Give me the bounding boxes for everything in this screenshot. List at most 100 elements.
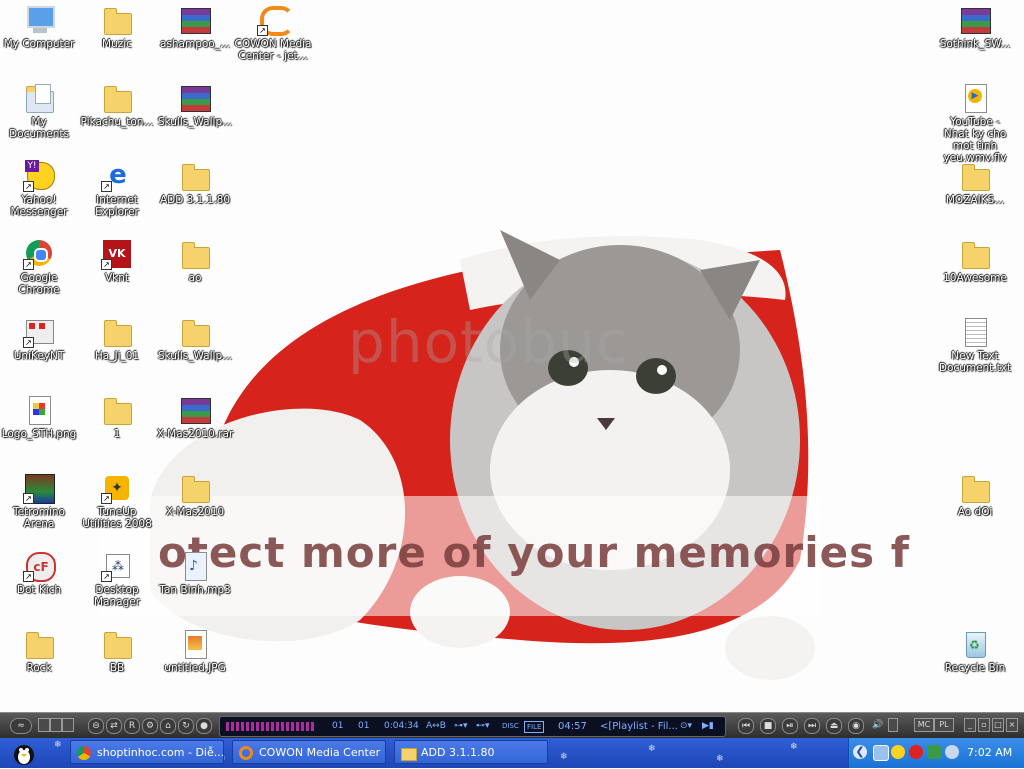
computer-icon bbox=[23, 4, 55, 36]
desktop-icon-add-3-1-1-80[interactable]: ADD 3.1.1.80 bbox=[156, 160, 234, 206]
desktop-icon-dot-kich[interactable]: cF ↗ Dot Kich bbox=[0, 550, 78, 596]
desktop-icon-youtube-flv[interactable]: ▶ YouTube - Nhat ky cho mot tinh yeu.wmv… bbox=[936, 82, 1014, 164]
folder-icon bbox=[179, 160, 211, 192]
desktop-icon-skulls-wallp-rar[interactable]: Skulls_Wallp... bbox=[156, 82, 234, 128]
desktop-icon-bb[interactable]: BB bbox=[78, 628, 156, 674]
player-minimize-icon[interactable]: _ bbox=[964, 718, 976, 732]
dot-kich-icon: cF ↗ bbox=[23, 550, 56, 582]
folder-icon bbox=[101, 82, 133, 114]
mc-button[interactable]: MC bbox=[914, 718, 934, 732]
dsp-icon[interactable]: ⊷▾ bbox=[476, 717, 490, 736]
pl-button[interactable]: PL bbox=[934, 718, 954, 732]
snowflake-decoration: ❄ bbox=[54, 740, 62, 750]
tray-volume-icon[interactable] bbox=[945, 745, 959, 759]
desktop-icon-my-computer[interactable]: My Computer bbox=[0, 4, 78, 50]
desktop-icon-ashampoo[interactable]: ashampoo_... bbox=[156, 4, 234, 50]
file-label[interactable]: FILE bbox=[524, 721, 545, 733]
folder-icon bbox=[23, 628, 55, 660]
rar-archive-icon bbox=[179, 394, 211, 426]
system-tray: ❮ 7:02 AM bbox=[848, 738, 1024, 768]
desktop-icon-ao[interactable]: ao bbox=[156, 238, 234, 284]
desktop-icon-x-mas2010-rar[interactable]: X-Mas2010.rar bbox=[156, 394, 234, 440]
previous-icon[interactable]: ⏮ bbox=[738, 718, 754, 734]
playlist-mode-icon[interactable]: ⊙▾ bbox=[680, 717, 692, 736]
desktop-icon-logo-sth[interactable]: Logo_STH.png bbox=[0, 394, 78, 440]
media-file-icon: ▶ bbox=[959, 82, 991, 114]
penguin-start-icon bbox=[14, 745, 34, 765]
stop-icon[interactable]: ■ bbox=[760, 718, 776, 734]
player-settings-icon[interactable]: ⚙ bbox=[142, 718, 158, 734]
desktop-icon-unikey[interactable]: ↗ UniKeyNT bbox=[0, 316, 78, 362]
surround-icon[interactable]: ⊶▾ bbox=[454, 717, 468, 736]
taskbar-button-shoptinhoc[interactable]: shoptinhoc.com - Diễ... bbox=[70, 740, 224, 764]
desktop-icon-skulls-wallp-folder[interactable]: Skulls_Wallp... bbox=[156, 316, 234, 362]
desktop-icon-10awesome[interactable]: 10Awesome bbox=[936, 238, 1014, 284]
desktop-icon-sothink[interactable]: Sothink_SW... bbox=[936, 4, 1014, 50]
player-restore-icon[interactable]: ▫ bbox=[978, 718, 990, 732]
game-icon: ↗ bbox=[23, 472, 55, 504]
player-list-button[interactable] bbox=[50, 718, 62, 732]
tray-antivirus-icon[interactable] bbox=[909, 745, 923, 759]
desktop-icon-new-text-document[interactable]: New Text Document.txt bbox=[936, 316, 1014, 374]
start-button[interactable] bbox=[8, 741, 40, 765]
desktop-icon-recycle-bin[interactable]: ♻ Recycle Bin bbox=[936, 628, 1014, 674]
visual-mode-icon[interactable]: ▶▮ bbox=[702, 717, 714, 736]
desktop-icon-1[interactable]: 1 bbox=[78, 394, 156, 440]
play-pause-icon[interactable]: ⏯ bbox=[782, 718, 798, 734]
desktop-icon-my-documents[interactable]: My Documents bbox=[0, 82, 78, 140]
tray-yahoo-icon[interactable] bbox=[891, 745, 905, 759]
media-player-bar: ≈ ⊖ ⇄ R ⚙ ⌂ ↻ ● 01 01 0:04:34 A↔B ⊶▾ ⊷▾ … bbox=[0, 712, 1024, 739]
desktop-icon-cowon-media-center[interactable]: ↗ COWON Media Center - jet... bbox=[234, 4, 312, 62]
desktop-icon-mozaiks[interactable]: MOZAIKS... bbox=[936, 160, 1014, 206]
desktop-icon-pikachu[interactable]: Pikachu_ton... bbox=[78, 82, 156, 128]
player-eq-icon[interactable]: ⊖ bbox=[88, 718, 104, 734]
desktop-icon-rock[interactable]: Rock bbox=[0, 628, 78, 674]
player-mini-button[interactable] bbox=[38, 718, 50, 732]
player-record-icon[interactable]: R bbox=[124, 718, 140, 734]
desktop-icon-internet-explorer[interactable]: e ↗ Internet Explorer bbox=[78, 160, 156, 218]
desktop-icon-tetromino-arena[interactable]: ↗ Tetromino Arena bbox=[0, 472, 78, 530]
text-file-icon bbox=[959, 316, 991, 348]
eject-icon[interactable]: ⏏ bbox=[826, 718, 842, 734]
next-icon[interactable]: ⏭ bbox=[804, 718, 820, 734]
player-lock-icon[interactable]: ⌂ bbox=[160, 718, 176, 734]
volume-icon[interactable]: 🔊 bbox=[870, 718, 886, 732]
tray-unikey-icon[interactable] bbox=[927, 745, 941, 759]
ab-repeat-label[interactable]: A↔B bbox=[426, 717, 446, 736]
desktop-icon-ha-ji-01[interactable]: Ha_Ji_01 bbox=[78, 316, 156, 362]
player-repeat-icon[interactable]: ↻ bbox=[178, 718, 194, 734]
desktop-icon-desktop-manager[interactable]: ⁂ ↗ Desktop Manager bbox=[78, 550, 156, 608]
desktop-icon-google-chrome[interactable]: ↗ Google Chrome bbox=[0, 238, 78, 296]
playlist-title[interactable]: <[Playlist - Fil... bbox=[600, 717, 678, 736]
desktop-icon-untitled-jpg[interactable]: untitled.JPG bbox=[156, 628, 234, 674]
taskbar: ❄ ❄ ❄ ❄ ❄ ❄ ❄ shoptinhoc.com - Diễ... CO… bbox=[0, 738, 1024, 768]
desktop-icon-yahoo-messenger[interactable]: Y! ↗ Yahoo! Messenger bbox=[0, 160, 78, 218]
vknt-icon: VK ↗ bbox=[101, 238, 133, 270]
total-time: 04:57 bbox=[558, 721, 587, 732]
folder-icon bbox=[959, 160, 991, 192]
desktop-icon-x-mas2010[interactable]: X-Mas2010 bbox=[156, 472, 234, 518]
desktop-icon-tuneup[interactable]: ✦ ↗ TuneUp Utilities 2008 bbox=[78, 472, 156, 530]
snowflake-decoration: ❄ bbox=[560, 752, 568, 762]
desktop-icon-muzic[interactable]: Muzic bbox=[78, 4, 156, 50]
desktop-icon-ao-doi[interactable]: Ao dOi bbox=[936, 472, 1014, 518]
desktop-icon-tan-binh-mp3[interactable]: ♪ Tan Binh.mp3 bbox=[156, 550, 234, 596]
snowflake-decoration: ❄ bbox=[648, 744, 656, 754]
tray-network-icon[interactable] bbox=[873, 745, 889, 761]
taskbar-button-cowon[interactable]: COWON Media Center bbox=[232, 740, 386, 764]
player-logo-icon[interactable]: ≈ bbox=[10, 718, 32, 734]
folder-icon bbox=[959, 472, 991, 504]
player-maximize-icon[interactable]: □ bbox=[992, 718, 1004, 732]
taskbar-button-add-folder[interactable]: ADD 3.1.1.80 bbox=[394, 740, 548, 764]
clock[interactable]: 7:02 AM bbox=[967, 738, 1012, 768]
player-shuffle-icon[interactable]: ⇄ bbox=[106, 718, 122, 734]
desktop-icon-vknt[interactable]: VK ↗ Vknt bbox=[78, 238, 156, 284]
player-user-icon[interactable]: ● bbox=[196, 718, 212, 734]
player-close-icon[interactable]: × bbox=[1006, 718, 1018, 732]
volume-slider[interactable] bbox=[888, 718, 898, 732]
mp3-file-icon: ♪ bbox=[179, 550, 211, 582]
record-button-icon[interactable]: ◉ bbox=[848, 718, 864, 734]
tray-collapse-icon[interactable]: ❮ bbox=[853, 745, 867, 759]
player-skin-button[interactable] bbox=[62, 718, 74, 732]
unikey-icon: ↗ bbox=[23, 316, 55, 348]
